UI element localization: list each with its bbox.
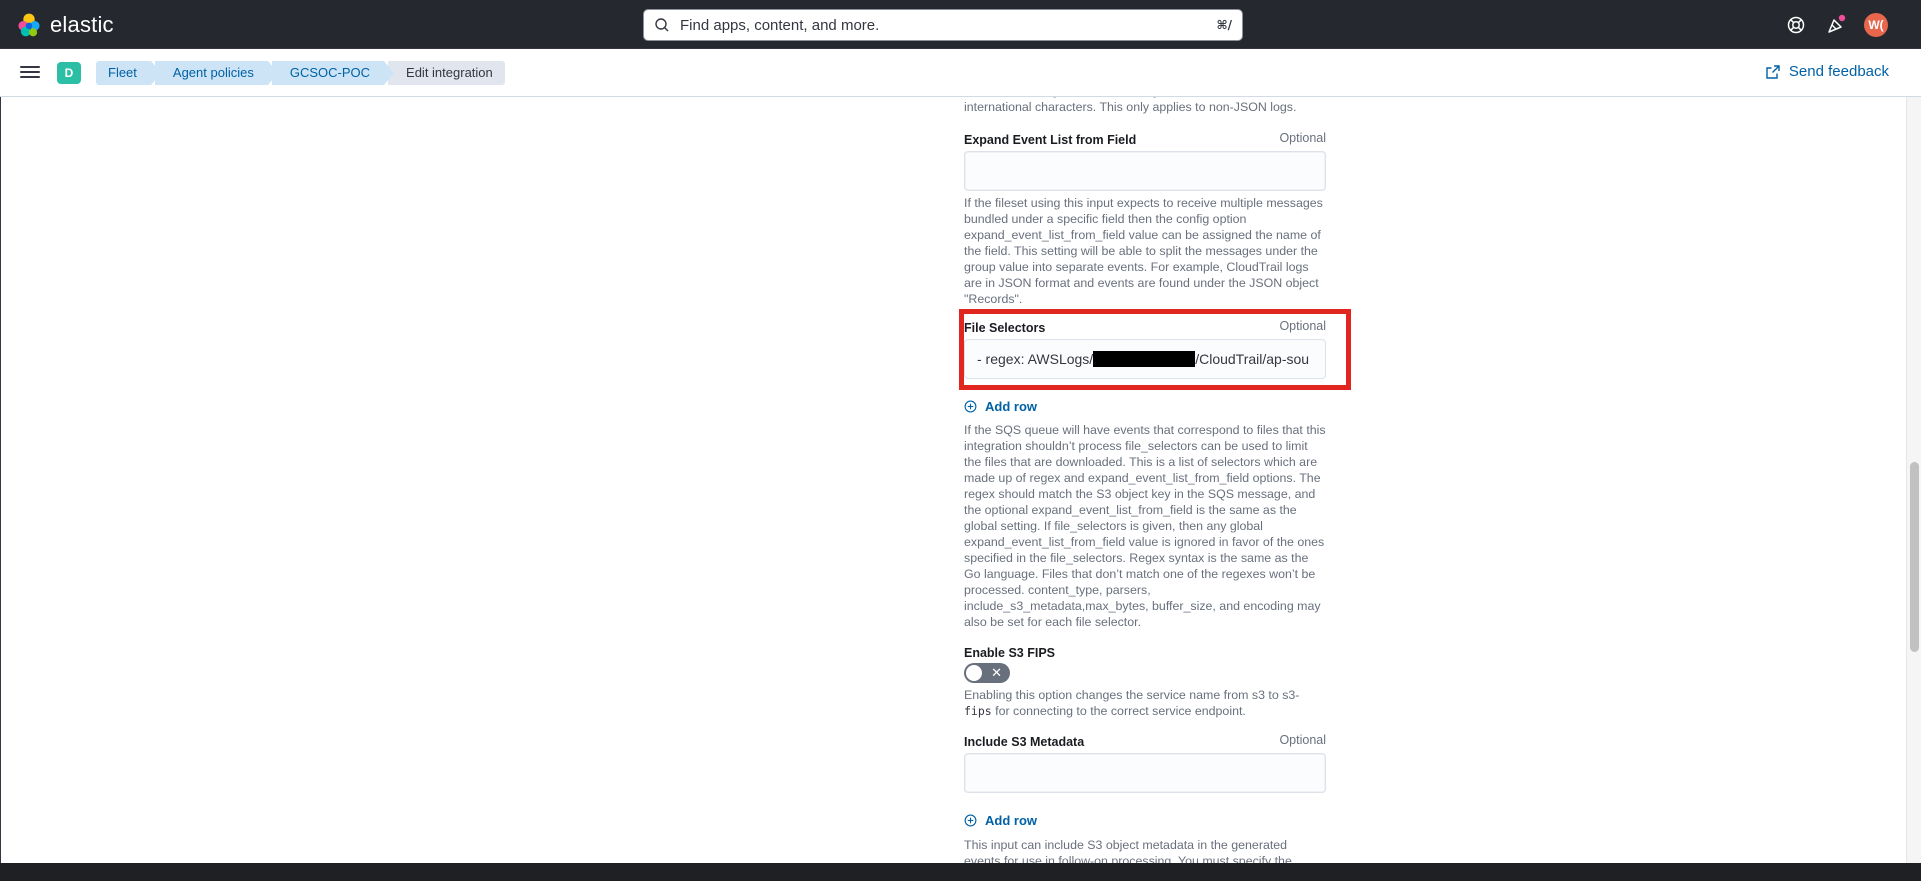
expand-event-field: Expand Event List from Field Optional	[964, 131, 1326, 147]
toggle-off-icon: ✕	[991, 665, 1002, 680]
menu-icon[interactable]	[20, 63, 40, 81]
s3-metadata-label: Include S3 Metadata	[964, 735, 1085, 749]
breadcrumb-policy[interactable]: GCSOC-POC	[271, 61, 395, 85]
bottom-bar	[0, 863, 1921, 881]
brand-name: elastic	[50, 12, 114, 37]
plus-in-circle-icon	[964, 814, 977, 827]
space-avatar[interactable]: D	[57, 62, 81, 84]
breadcrumb-fleet[interactable]: Fleet	[96, 61, 161, 85]
send-feedback-link[interactable]: Send feedback	[1765, 63, 1889, 80]
news-feed-icon[interactable]	[1825, 14, 1847, 36]
s3-fips-help: Enabling this option changes the service…	[964, 688, 1300, 718]
send-feedback-label: Send feedback	[1788, 63, 1889, 80]
search-input[interactable]	[680, 16, 1200, 34]
add-row-label: Add row	[985, 399, 1037, 414]
window-edge	[0, 97, 1, 863]
file-selectors-help: If the SQS queue will have events that c…	[964, 423, 1326, 629]
breadcrumb: Fleet Agent policies GCSOC-POC Edit inte…	[96, 61, 509, 85]
s3-metadata-input[interactable]	[964, 753, 1326, 793]
fips-code: fips	[964, 704, 992, 718]
search-icon	[655, 18, 669, 32]
top-header: elastic ⌘/ W(	[0, 0, 1921, 49]
search-shortcut: ⌘/	[1216, 18, 1232, 32]
help-icon[interactable]	[1785, 14, 1807, 36]
s3-fips-label: Enable S3 FIPS	[964, 646, 1056, 660]
global-search[interactable]: ⌘/	[643, 9, 1243, 41]
expand-event-help: If the fileset using this input expects …	[964, 196, 1323, 306]
expand-event-input[interactable]	[964, 151, 1326, 191]
plus-in-circle-icon	[964, 400, 977, 413]
integration-form: The file encoding to use for reading dat…	[0, 97, 1906, 863]
user-avatar[interactable]: W(	[1864, 13, 1888, 37]
add-row-label: Add row	[985, 813, 1037, 828]
s3-metadata-field: Include S3 Metadata Optional	[964, 733, 1326, 749]
external-link-icon	[1766, 64, 1780, 79]
s3-metadata-optional: Optional	[1279, 733, 1326, 747]
scrollbar-thumb[interactable]	[1910, 462, 1919, 652]
s3-metadata-add-row-button[interactable]: Add row	[964, 813, 1326, 828]
elastic-logo-icon	[18, 13, 40, 37]
breadcrumb-current: Edit integration	[388, 61, 505, 85]
expand-event-label: Expand Event List from Field	[964, 133, 1137, 147]
s3-fips-toggle[interactable]: ✕	[964, 663, 1010, 683]
file-selectors-add-row-button[interactable]: Add row	[964, 399, 1326, 414]
highlight-box	[959, 309, 1351, 390]
elastic-logo[interactable]: elastic	[16, 12, 114, 38]
expand-event-optional: Optional	[1279, 131, 1326, 145]
page-scrollbar[interactable]	[1906, 97, 1921, 863]
encoding-help-text: The file encoding to use for reading dat…	[964, 97, 1297, 114]
breadcrumb-bar: D Fleet Agent policies GCSOC-POC Edit in…	[0, 49, 1921, 97]
breadcrumb-agent-policies[interactable]: Agent policies	[154, 61, 278, 85]
s3-metadata-help: This input can include S3 object metadat…	[964, 838, 1292, 863]
